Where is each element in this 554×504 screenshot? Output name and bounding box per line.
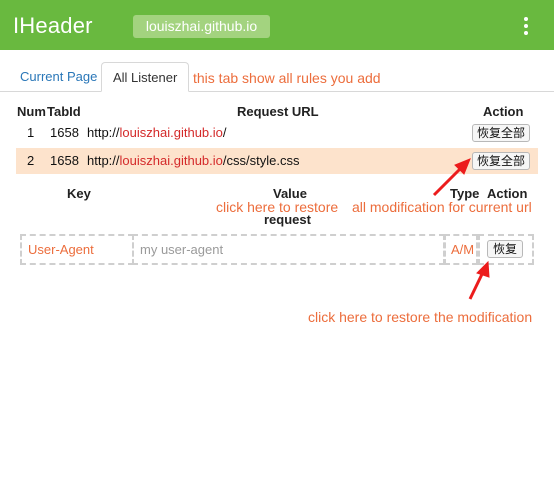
tabs-note-annotation: this tab show all rules you add: [193, 70, 381, 86]
tab-current-page[interactable]: Current Page: [9, 62, 108, 92]
restore-button[interactable]: 恢复: [487, 240, 523, 258]
more-vert-icon[interactable]: [519, 15, 533, 37]
row-num: 1: [27, 125, 35, 140]
action-cell: 恢复: [478, 234, 534, 265]
restore-all-button[interactable]: 恢复全部: [472, 124, 530, 142]
value-field[interactable]: my user-agent: [132, 234, 445, 265]
restore-all-annotation-right: all modification for current url: [352, 199, 532, 215]
table-row: 2 1658 http://louiszhai.github.io/css/st…: [16, 148, 538, 174]
restore-one-annotation: click here to restore the modification: [308, 309, 533, 325]
row-tabid: 1658: [50, 125, 79, 140]
header-action: Action: [483, 104, 524, 119]
type-field: A/M: [444, 234, 478, 265]
header-request-url: Request URL: [237, 104, 319, 119]
app-title: IHeader: [13, 13, 93, 38]
header-tabid: TabId: [47, 104, 81, 119]
arrow-icon: [468, 260, 490, 300]
restore-all-annotation-left: click here to restore: [216, 199, 339, 215]
tab-all-listener[interactable]: All Listener: [101, 62, 190, 92]
row-num: 2: [27, 153, 35, 168]
key-field[interactable]: User-Agent: [20, 234, 134, 265]
header-bar: IHeader louiszhai.github.io: [0, 0, 554, 50]
row-url: http://louiszhai.github.io/css/style.css: [87, 153, 300, 168]
row-tabid: 1658: [50, 153, 79, 168]
header-num: Num: [17, 104, 46, 119]
row-url: http://louiszhai.github.io/: [87, 125, 227, 140]
restore-all-button[interactable]: 恢复全部: [472, 152, 530, 170]
header-key: Key: [67, 186, 91, 201]
current-domain-badge: louiszhai.github.io: [133, 15, 270, 38]
table-row: 1 1658 http://louiszhai.github.io/ 恢复全部: [16, 120, 538, 146]
